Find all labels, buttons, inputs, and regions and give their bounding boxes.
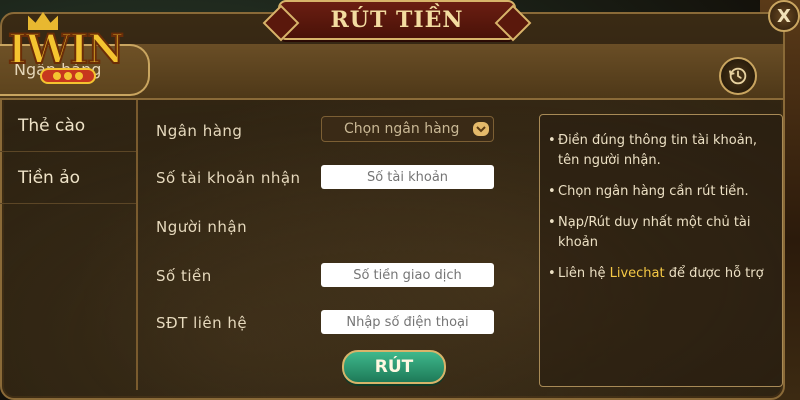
logo-text: IWIN	[7, 25, 125, 74]
menu-item-the-cao[interactable]: Thẻ cào	[0, 100, 136, 152]
bank-row: Ngân hàng Chọn ngân hàng	[156, 116, 506, 146]
account-row: Số tài khoản nhận	[156, 163, 506, 193]
amount-label: Số tiền	[156, 267, 212, 285]
history-icon	[728, 67, 747, 85]
brand-logo: IWIN	[0, 6, 150, 98]
badge-dot-icon	[53, 72, 61, 80]
badge-dot-icon	[64, 72, 72, 80]
account-number-input[interactable]	[321, 165, 494, 189]
phone-input[interactable]	[321, 310, 494, 334]
history-button[interactable]	[719, 57, 757, 95]
chevron-down-icon	[473, 122, 489, 136]
note-item: Chọn ngân hàng cần rút tiền.	[548, 182, 772, 202]
menu-item-tien-ao[interactable]: Tiền ảo	[0, 152, 136, 204]
dialog-title: RÚT TIỀN	[330, 7, 464, 33]
menu-item-label: Thẻ cào	[18, 115, 86, 136]
close-icon: X	[777, 5, 791, 27]
dialog-title-plaque: RÚT TIỀN	[278, 0, 516, 40]
receiver-row: Người nhận	[156, 212, 506, 242]
note-item: Nạp/Rút duy nhất một chủ tài khoản	[548, 213, 772, 253]
submit-label: RÚT	[374, 357, 414, 377]
phone-row: SĐT liên hệ	[156, 308, 506, 338]
receiver-label: Người nhận	[156, 218, 248, 236]
close-button[interactable]: X	[768, 0, 800, 32]
livechat-link[interactable]: Livechat	[610, 266, 665, 281]
bank-select-value: Chọn ngân hàng	[344, 121, 460, 137]
bank-label: Ngân hàng	[156, 122, 243, 140]
bank-select[interactable]: Chọn ngân hàng	[321, 116, 494, 142]
logo-badge	[40, 68, 96, 84]
livechat-prefix: Liên hệ	[558, 266, 610, 281]
amount-input[interactable]	[321, 263, 494, 287]
phone-label: SĐT liên hệ	[156, 314, 248, 332]
account-label: Số tài khoản nhận	[156, 169, 301, 187]
menu-item-label: Tiền ảo	[18, 167, 81, 188]
method-menu: Thẻ cào Tiền ảo	[0, 100, 136, 390]
badge-dot-icon	[75, 72, 83, 80]
menu-divider	[136, 100, 138, 390]
amount-row: Số tiền	[156, 261, 506, 291]
withdraw-submit-button[interactable]: RÚT	[342, 350, 446, 384]
note-item-livechat: Liên hệ Livechat để được hỗ trợ	[548, 264, 772, 284]
note-item: Điền đúng thông tin tài khoản, tên người…	[548, 131, 772, 171]
instructions-panel: Điền đúng thông tin tài khoản, tên người…	[539, 114, 783, 387]
livechat-suffix: để được hỗ trợ	[664, 266, 764, 281]
